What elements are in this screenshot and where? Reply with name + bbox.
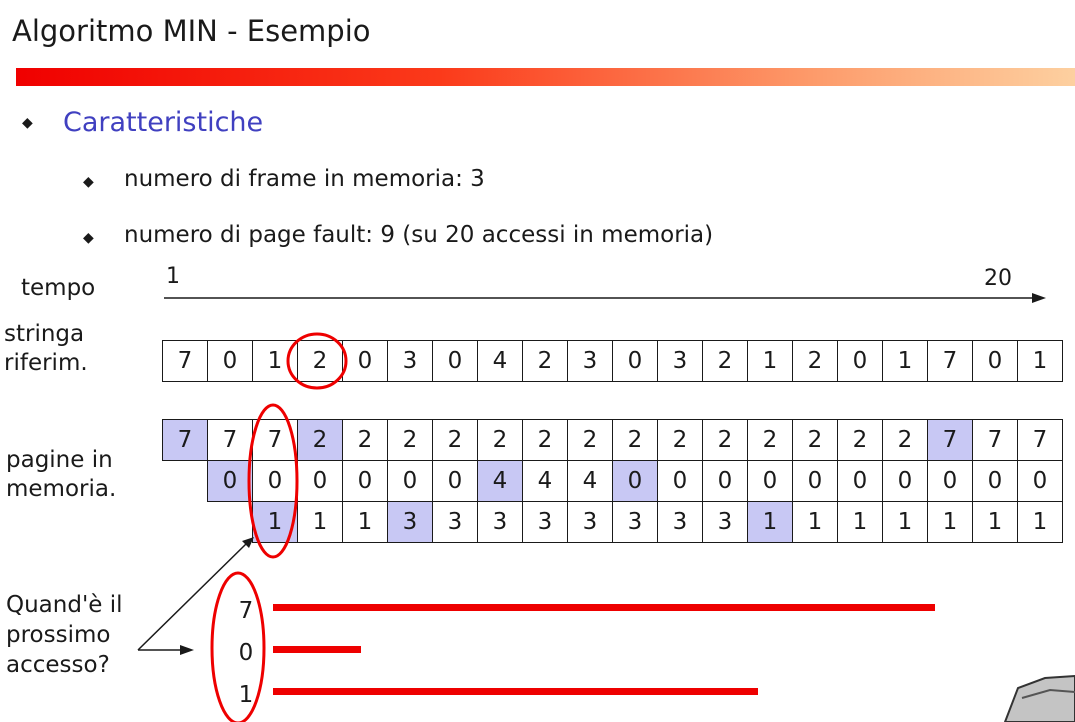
corner-decoration xyxy=(1003,674,1075,722)
pointer-arrowhead-2 xyxy=(180,645,194,655)
highlight-oval-frames xyxy=(247,403,299,559)
time-axis-arrowhead xyxy=(1032,293,1046,303)
highlight-oval-pages xyxy=(210,571,266,722)
highlight-circle-ref xyxy=(286,332,348,390)
pointer-line xyxy=(137,543,247,651)
annotation-overlay xyxy=(137,293,1075,722)
